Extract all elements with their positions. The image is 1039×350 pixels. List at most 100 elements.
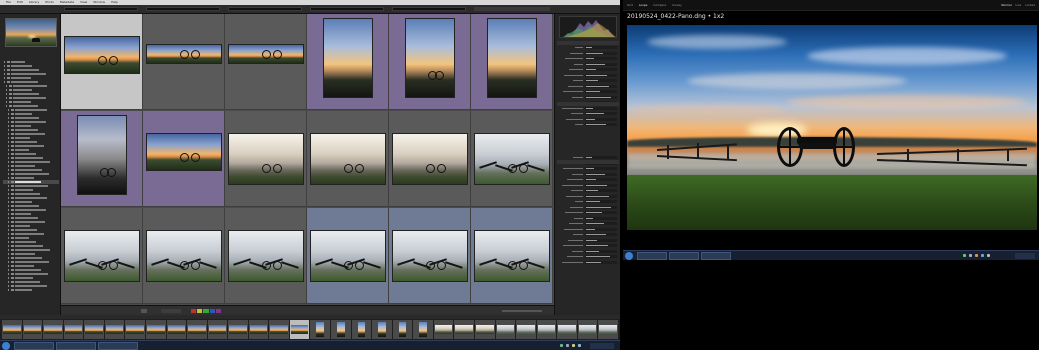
photo-thumbnail[interactable] [228,44,304,64]
disclosure-triangle-icon[interactable] [8,169,10,171]
rating-stars[interactable] [161,309,181,313]
filmstrip-thumbnail[interactable] [558,325,576,334]
disclosure-triangle-icon[interactable] [6,85,8,87]
metadata-value[interactable] [585,95,617,99]
filmstrip-thumbnail[interactable] [357,322,366,337]
filmstrip-cell[interactable] [228,320,248,339]
grid-cell[interactable] [61,14,143,110]
disclosure-triangle-icon[interactable] [6,105,8,107]
filmstrip-thumbnail[interactable] [208,325,227,334]
tray-icon[interactable] [572,344,575,347]
tab-loupe[interactable]: Loupe [639,3,648,7]
filmstrip-cell[interactable] [63,320,84,339]
filmstrip-thumbnail[interactable] [578,325,597,334]
filter-field[interactable] [64,7,138,11]
photo-thumbnail[interactable] [310,133,386,185]
filmstrip-cell[interactable] [289,320,310,339]
disclosure-triangle-icon[interactable] [8,273,10,275]
grid-cell[interactable] [307,111,389,207]
metadata-value[interactable] [585,233,617,236]
filmstrip-cell[interactable] [104,320,125,339]
tab-grid[interactable]: Grid [627,3,633,7]
filmstrip-thumbnail[interactable] [126,325,144,334]
disclosure-triangle-icon[interactable] [8,229,10,231]
photo-thumbnail[interactable] [77,115,127,195]
filmstrip-cell[interactable] [495,320,516,339]
filmstrip-cell[interactable] [43,320,63,339]
metadata-value[interactable] [585,79,617,82]
grid-cell[interactable] [471,14,553,110]
disclosure-triangle-icon[interactable] [8,205,10,207]
metadata-value[interactable] [585,167,617,170]
taskbar-button[interactable] [98,342,138,350]
photo-thumbnail[interactable] [392,133,468,185]
metadata-value[interactable] [585,216,617,220]
disclosure-triangle-icon[interactable] [8,241,10,243]
photo-thumbnail[interactable] [487,18,537,98]
metadata-value[interactable] [585,46,617,49]
photo-thumbnail[interactable] [310,230,386,282]
filmstrip-thumbnail[interactable] [270,325,288,334]
filmstrip-cell[interactable] [413,320,433,339]
photo-thumbnail[interactable] [64,230,140,282]
disclosure-triangle-icon[interactable] [8,137,10,139]
photo-thumbnail[interactable] [474,230,550,282]
disclosure-triangle-icon[interactable] [6,89,8,91]
photo-thumbnail[interactable] [146,230,222,282]
filmstrip-cell[interactable] [310,320,330,339]
filmstrip-thumbnail[interactable] [398,322,407,337]
metadata-value[interactable] [585,255,617,258]
disclosure-triangle-icon[interactable] [8,257,10,259]
photo-thumbnail[interactable] [228,133,304,185]
keywording-header[interactable] [557,102,619,106]
disclosure-triangle-icon[interactable] [4,81,6,83]
filmstrip-thumbnail[interactable] [167,325,186,334]
filmstrip-thumbnail[interactable] [249,325,268,334]
filmstrip-cell[interactable] [433,320,454,339]
tray-icon[interactable] [578,344,581,347]
yellow-label-icon[interactable] [197,309,203,313]
sort-control[interactable] [141,309,147,313]
filter-field[interactable] [146,7,220,11]
tab-survey[interactable]: Survey [672,3,682,7]
filmstrip-thumbnail[interactable] [434,325,453,334]
grid-cell[interactable] [389,208,471,304]
photo-thumbnail[interactable] [405,18,455,98]
grid-cell[interactable] [389,14,471,110]
disclosure-triangle-icon[interactable] [8,213,10,215]
disclosure-triangle-icon[interactable] [6,97,8,99]
tray-icon[interactable] [566,344,569,347]
photo-thumbnail[interactable] [146,44,222,64]
photo-thumbnail[interactable] [392,230,468,282]
metadata-value[interactable] [585,112,617,115]
metadata-value[interactable] [585,73,617,77]
disclosure-triangle-icon[interactable] [8,221,10,223]
grid-cell[interactable] [225,111,307,207]
start-icon[interactable] [2,342,10,350]
disclosure-triangle-icon[interactable] [8,129,10,131]
filmstrip-thumbnail[interactable] [3,325,21,334]
filter-field[interactable] [474,7,550,11]
grid-cell[interactable] [389,111,471,207]
disclosure-triangle-icon[interactable] [8,277,10,279]
start-icon[interactable] [625,252,633,260]
filmstrip-cell[interactable] [248,320,269,339]
grid-cell[interactable] [61,111,143,207]
filmstrip-thumbnail[interactable] [599,325,617,334]
disclosure-triangle-icon[interactable] [8,125,10,127]
filmstrip-cell[interactable] [166,320,187,339]
filmstrip-thumbnail[interactable] [316,322,324,337]
filmstrip-thumbnail[interactable] [23,325,42,334]
metadata-value[interactable] [585,51,617,55]
tray-icon[interactable] [963,254,966,257]
filmstrip-cell[interactable] [187,320,207,339]
photo-thumbnail[interactable] [146,133,222,171]
filmstrip-cell[interactable] [84,320,104,339]
disclosure-triangle-icon[interactable] [8,233,10,235]
grid-cell[interactable] [307,208,389,304]
disclosure-triangle-icon[interactable] [6,101,8,103]
filmstrip-cell[interactable] [577,320,598,339]
filmstrip-thumbnail[interactable] [290,325,309,334]
metadata-value[interactable] [585,62,617,66]
disclosure-triangle-icon[interactable] [4,69,6,71]
